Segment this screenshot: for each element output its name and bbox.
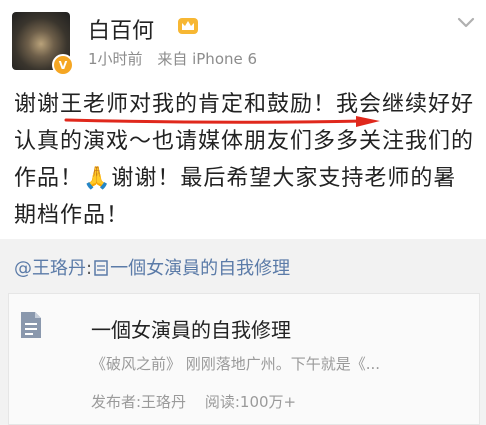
card-reads: 阅读:100万+ xyxy=(204,393,297,411)
repost-section[interactable]: @王珞丹: 一個女演員的自我修理 一個女演員的自我修理 《破风之前》 刚刚落地广… xyxy=(0,239,486,425)
card-publisher: 发布者:王珞丹 xyxy=(91,393,187,411)
post-source: 来自 iPhone 6 xyxy=(157,50,258,68)
card-info: 发布者:王珞丹 阅读:100万+ xyxy=(91,391,310,412)
verified-badge-icon: V xyxy=(52,54,74,76)
post-time: 1小时前 xyxy=(88,50,143,68)
repost-author-link[interactable]: @王珞丹 xyxy=(14,258,86,279)
crown-icon xyxy=(178,18,198,34)
repost-header: @王珞丹: 一個女演員的自我修理 xyxy=(14,254,290,280)
username[interactable]: 白百何 xyxy=(88,13,154,45)
card-title[interactable]: 一個女演員的自我修理 xyxy=(91,314,291,343)
repost-article-link[interactable]: 一個女演員的自我修理 xyxy=(110,258,290,279)
card-excerpt: 《破风之前》 刚刚落地广州。下午就是《... xyxy=(91,355,381,373)
repost-separator: : xyxy=(86,258,93,279)
article-card[interactable]: 一個女演員的自我修理 《破风之前》 刚刚落地广州。下午就是《... 发布者:王珞… xyxy=(8,293,480,425)
chevron-down-icon[interactable] xyxy=(456,16,476,30)
post-body: 谢谢王老师对我的肯定和鼓励！我会继续好好认真的演戏～也请媒体朋友们多多关注我们的… xyxy=(14,86,476,234)
red-underline-annotation xyxy=(64,116,380,127)
pray-emoji-icon: 🙏 xyxy=(83,166,112,191)
document-icon xyxy=(21,312,41,338)
article-icon xyxy=(94,260,108,276)
post-meta: 1小时前 来自 iPhone 6 xyxy=(88,48,267,69)
